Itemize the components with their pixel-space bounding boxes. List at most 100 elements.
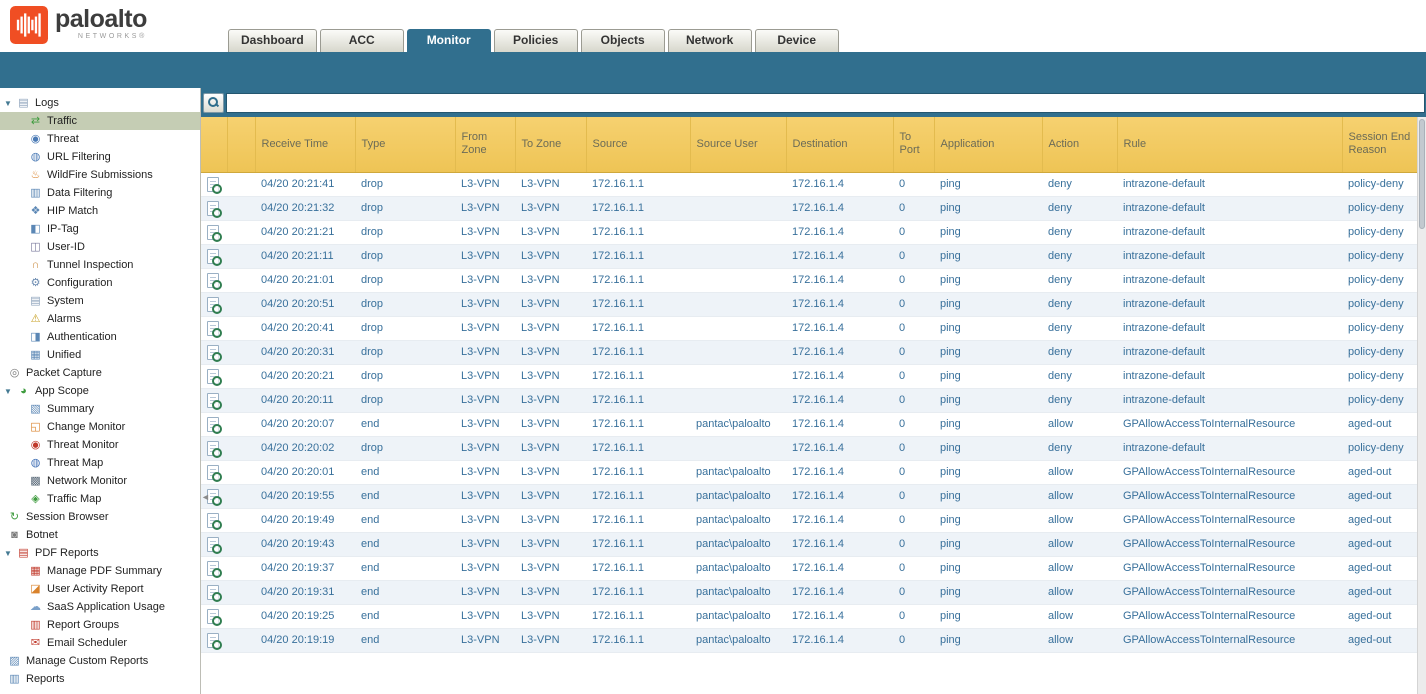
caret-down-icon[interactable]: ▼ [4,99,16,108]
cell-to-port: 0 [893,412,934,436]
column-header-action[interactable]: Action [1042,117,1117,172]
column-header-source-user[interactable]: Source User [690,117,786,172]
cell-from-zone: L3-VPN [455,388,515,412]
sidebar-item-url-filtering[interactable]: ◍URL Filtering [0,148,200,166]
sidebar-item-manage-custom-reports[interactable]: ▨Manage Custom Reports [0,652,200,670]
column-header-application[interactable]: Application [934,117,1042,172]
sidebar-item-user-id[interactable]: ◫User-ID [0,238,200,256]
sidebar-item-tunnel-inspection[interactable]: ∩Tunnel Inspection [0,256,200,274]
log-filter-input[interactable] [226,93,1425,113]
sidebar-item-network-monitor[interactable]: ▩Network Monitor [0,472,200,490]
sidebar-item-app-scope[interactable]: ▼◕App Scope [0,382,200,400]
sidebar-item-user-activity-report[interactable]: ◪User Activity Report [0,580,200,598]
log-detail-icon[interactable] [207,201,219,216]
vertical-scrollbar[interactable] [1417,117,1426,694]
tab-policies[interactable]: Policies [494,29,578,52]
column-header-session-end-reason[interactable]: Session End Reason [1342,117,1417,172]
cell-to-zone: L3-VPN [515,460,586,484]
sidebar-item-configuration[interactable]: ⚙Configuration [0,274,200,292]
log-detail-icon[interactable] [207,249,219,264]
tab-objects[interactable]: Objects [581,29,665,52]
log-detail-icon[interactable] [207,585,219,600]
tab-acc[interactable]: ACC [320,29,404,52]
sidebar-item-summary[interactable]: ▧Summary [0,400,200,418]
column-header-type[interactable]: Type [355,117,455,172]
sidebar-item-authentication[interactable]: ◨Authentication [0,328,200,346]
apply-filter-button[interactable] [203,93,224,113]
spacer-cell [227,316,255,340]
log-detail-icon[interactable] [207,537,219,552]
log-detail-icon[interactable] [207,393,219,408]
log-detail-icon[interactable] [207,225,219,240]
column-header-receive-time[interactable]: Receive Time [255,117,355,172]
column-header-source[interactable]: Source [586,117,690,172]
log-filter-bar [201,88,1426,117]
column-header-to-zone[interactable]: To Zone [515,117,586,172]
sidebar-item-wildfire-submissions[interactable]: ♨WildFire Submissions [0,166,200,184]
cell-receive-time: 04/20 20:21:41 [255,172,355,196]
cell-action: allow [1042,628,1117,652]
sidebar-item-botnet[interactable]: ◙Botnet [0,526,200,544]
column-header-from-zone[interactable]: From Zone [455,117,515,172]
sidebar-item-unified[interactable]: ▦Unified [0,346,200,364]
cell-rule: intrazone-default [1117,340,1342,364]
log-row: 04/20 20:20:31dropL3-VPNL3-VPN172.16.1.1… [201,340,1417,364]
sidebar-item-session-browser[interactable]: ↻Session Browser [0,508,200,526]
caret-down-icon[interactable]: ▼ [4,387,16,396]
cell-from-zone: L3-VPN [455,244,515,268]
log-detail-icon[interactable] [207,297,219,312]
caret-down-icon[interactable]: ▼ [4,549,16,558]
sidebar-item-ip-tag[interactable]: ◧IP-Tag [0,220,200,238]
cell-to-port: 0 [893,364,934,388]
app-scope-icon: ◕ [16,384,31,398]
sidebar-item-threat-map[interactable]: ◍Threat Map [0,454,200,472]
cell-source-user [690,316,786,340]
traffic-map-icon: ◈ [28,492,43,506]
column-header-destination[interactable]: Destination [786,117,893,172]
column-header-to-port[interactable]: To Port [893,117,934,172]
sidebar-item-threat-monitor[interactable]: ◉Threat Monitor [0,436,200,454]
detail-cell [201,220,227,244]
sidebar-item-logs[interactable]: ▼▤Logs [0,94,200,112]
sidebar-item-traffic-map[interactable]: ◈Traffic Map [0,490,200,508]
tab-monitor[interactable]: Monitor [407,29,491,52]
sidebar-item-reports[interactable]: ▥Reports [0,670,200,688]
sidebar-item-system[interactable]: ▤System [0,292,200,310]
log-detail-icon[interactable] [207,441,219,456]
column-header-rule[interactable]: Rule [1117,117,1342,172]
scrollbar-thumb[interactable] [1419,119,1425,229]
tab-device[interactable]: Device [755,29,839,52]
sidebar-item-pdf-reports[interactable]: ▼▤PDF Reports [0,544,200,562]
sidebar-item-data-filtering[interactable]: ▥Data Filtering [0,184,200,202]
log-detail-icon[interactable] [207,177,219,192]
sidebar-item-alarms[interactable]: ⚠Alarms [0,310,200,328]
sidebar-item-label: Packet Capture [26,367,102,379]
sidebar-item-report-groups[interactable]: ▥Report Groups [0,616,200,634]
log-detail-icon[interactable] [207,273,219,288]
log-detail-icon[interactable] [207,561,219,576]
sidebar-item-email-scheduler[interactable]: ✉Email Scheduler [0,634,200,652]
log-detail-icon[interactable] [207,417,219,432]
sidebar-item-change-monitor[interactable]: ◱Change Monitor [0,418,200,436]
log-detail-icon[interactable] [207,345,219,360]
sidebar-item-hip-match[interactable]: ❖HIP Match [0,202,200,220]
sidebar-item-threat[interactable]: ◉Threat [0,130,200,148]
ip-tag-icon: ◧ [28,222,43,236]
log-detail-icon[interactable] [207,465,219,480]
cell-rule: intrazone-default [1117,172,1342,196]
sidebar-item-traffic[interactable]: ⇄Traffic [0,112,200,130]
tab-network[interactable]: Network [668,29,752,52]
cell-to-port: 0 [893,220,934,244]
sidebar-collapse-handle[interactable]: ◄ [201,486,210,508]
sidebar-item-label: Report Groups [47,619,119,631]
log-detail-icon[interactable] [207,369,219,384]
log-detail-icon[interactable] [207,609,219,624]
sidebar-item-packet-capture[interactable]: ◎Packet Capture [0,364,200,382]
sidebar-item-saas-application-usage[interactable]: ☁SaaS Application Usage [0,598,200,616]
log-detail-icon[interactable] [207,633,219,648]
log-detail-icon[interactable] [207,321,219,336]
log-detail-icon[interactable] [207,513,219,528]
sidebar-item-manage-pdf-summary[interactable]: ▦Manage PDF Summary [0,562,200,580]
cell-to-port: 0 [893,172,934,196]
tab-dashboard[interactable]: Dashboard [228,29,317,52]
